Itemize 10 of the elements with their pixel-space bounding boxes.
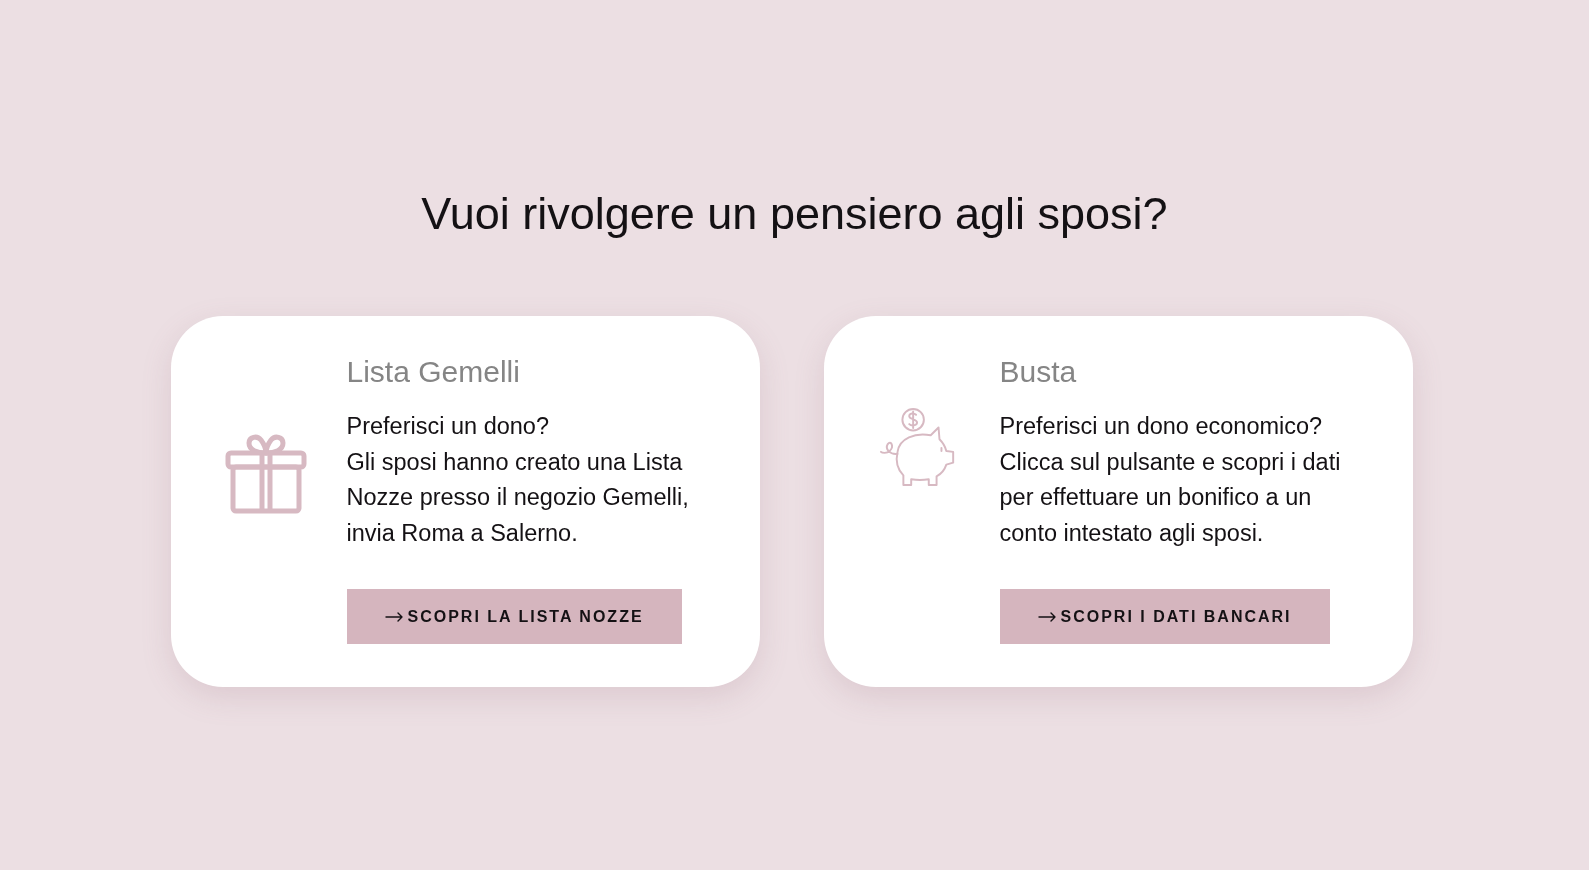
gift-icon [224, 432, 307, 514]
arrow-right-icon [1037, 611, 1056, 622]
card-title: Lista Gemelli [346, 355, 520, 389]
arrow-right-icon [384, 611, 403, 622]
page-heading: Vuoi rivolgere un pensiero agli sposi? [421, 188, 1168, 240]
action-button[interactable]: SCOPRI I DATI BANCARI [999, 589, 1330, 644]
card-text: Preferisci un dono? Gli sposi hanno creato una Lista Nozze presso il negozio Gemelli, invia Roma a Salerno. [346, 412, 689, 548]
card-title: Busta [999, 355, 1077, 389]
action-button[interactable]: SCOPRI LA LISTA NOZZE [346, 589, 682, 644]
card-text: Preferisci un dono economico? Clicca sul pulsante e scopri i dati per effettuare un bonifico a un conto intestato agli sposi. [999, 412, 1341, 548]
